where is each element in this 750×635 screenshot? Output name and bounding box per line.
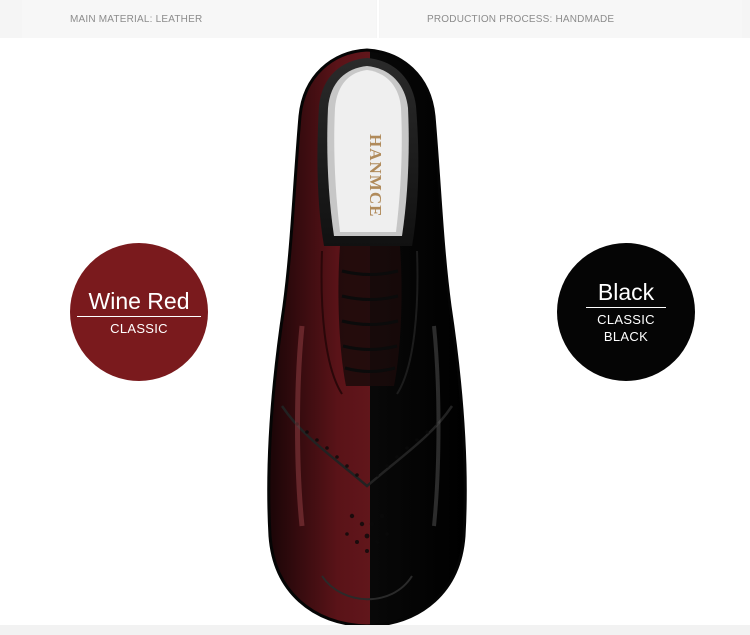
black-title: Black — [585, 279, 667, 308]
spec-bar: MAIN MATERIAL: LEATHER PRODUCTION PROCES… — [0, 0, 750, 38]
spec-divider — [377, 0, 379, 38]
wine-red-swatch: Wine Red CLASSIC — [70, 243, 208, 381]
wine-red-subtitle: CLASSIC — [110, 320, 168, 336]
product-color-panel: MAIN MATERIAL: LEATHER PRODUCTION PROCES… — [0, 0, 750, 635]
wine-red-title: Wine Red — [76, 288, 202, 317]
black-subtitle: CLASSIC BLACK — [597, 312, 655, 344]
insole-brand: HANMCE — [366, 134, 385, 217]
black-swatch: Black CLASSIC BLACK — [557, 243, 695, 381]
brogue-shoe-image: HANMCE — [267, 48, 467, 628]
material-spec: MAIN MATERIAL: LEATHER — [22, 0, 376, 38]
process-spec: PRODUCTION PROCESS: HANDMADE — [380, 0, 742, 38]
bottom-strip — [0, 625, 750, 635]
